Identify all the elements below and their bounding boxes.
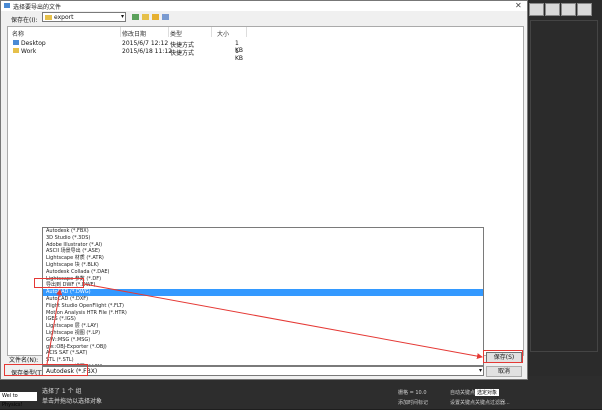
column-divider <box>120 27 121 37</box>
panel-button[interactable] <box>529 3 544 16</box>
panel-button[interactable] <box>545 3 560 16</box>
export-dialog: 选择要导出的文件 ✕ 保存在(I): export ▾ 名称 修改日期 类型 大… <box>0 0 528 380</box>
panel-button[interactable] <box>577 3 592 16</box>
up-folder-icon[interactable] <box>142 14 149 20</box>
highlight-filetype-field <box>4 364 88 376</box>
filetype-option[interactable]: 3D Studio (*.3DS) <box>43 235 483 242</box>
command-panel <box>525 0 602 409</box>
filetype-option[interactable]: 导出到 DWF (*.DWF) <box>43 282 483 289</box>
save-in-label: 保存在(I): <box>11 17 38 24</box>
column-date[interactable]: 修改日期 <box>122 29 146 38</box>
file-type: 快捷方式 <box>170 50 195 57</box>
filetype-option[interactable]: ACIS SAT (*.SAT) <box>43 350 483 357</box>
filetype-option[interactable]: Lightscape 视图 (*.VW) <box>43 364 483 365</box>
time-tag-label[interactable]: 添加时间标记 <box>398 399 428 406</box>
filetype-option[interactable]: Autodesk Collada (*.DAE) <box>43 269 483 276</box>
filetype-option[interactable]: STL (*.STL) <box>43 357 483 364</box>
column-divider <box>168 27 169 37</box>
dialog-title: 选择要导出的文件 <box>13 4 62 11</box>
file-row[interactable]: Desktop 2015/6/7 12:12 快捷方式 1 KB <box>8 40 248 54</box>
app-icon <box>4 3 10 8</box>
filetype-option[interactable]: Lightscape 块 (*.BLK) <box>43 262 483 269</box>
view-menu-icon[interactable] <box>162 14 169 20</box>
file-size: 1 KB <box>235 48 244 62</box>
filetype-option[interactable]: IGES (*.IGS) <box>43 316 483 323</box>
filetype-option[interactable]: AutoCAD (*.DXF) <box>43 296 483 303</box>
selection-status: 选择了 1 个 组 <box>42 388 82 395</box>
highlight-dwg-option <box>34 278 84 288</box>
desktop-icon <box>13 40 19 45</box>
chevron-down-icon: ▾ <box>478 367 482 374</box>
filetype-option[interactable]: GW::MSG (*.MSG) <box>43 337 483 344</box>
file-name: Desktop <box>21 40 46 47</box>
filetype-option[interactable]: Lightscape 材质 (*.ATR) <box>43 255 483 262</box>
panel-area <box>530 20 598 352</box>
filetype-option[interactable]: Flight Studio OpenFlight (*.FLT) <box>43 303 483 310</box>
filetype-option[interactable]: Motion Analysis HTR File (*.HTR) <box>43 310 483 317</box>
filetype-option[interactable]: Adobe Illustrator (*.AI) <box>43 242 483 249</box>
file-row[interactable]: Work 2015/6/18 11:12 快捷方式 1 KB <box>8 48 248 62</box>
folder-icon <box>45 15 52 20</box>
highlight-save-button <box>483 350 523 363</box>
column-divider <box>246 27 247 37</box>
filetype-option[interactable]: ASCII 场景导出 (*.ASE) <box>43 248 483 255</box>
new-folder-icon[interactable] <box>152 14 159 20</box>
folder-shortcut-icon <box>13 48 19 53</box>
title-bar: 选择要导出的文件 ✕ <box>1 1 527 11</box>
filetype-option[interactable]: AutoCAD (*.DWG) <box>43 289 483 296</box>
save-in-select[interactable]: export ▾ <box>42 12 126 22</box>
grid-label: 栅格 = 10.0 <box>398 390 427 396</box>
cancel-button[interactable]: 取消 <box>486 366 522 377</box>
filetype-dropdown-list[interactable]: Autodesk (*.FBX) 3D Studio (*.3DS) Adobe I… <box>42 227 484 366</box>
maxscript-listener[interactable]: Wel to Physics! <box>0 392 37 408</box>
panel-button[interactable] <box>561 3 576 16</box>
file-name: Work <box>21 48 37 55</box>
auto-key-label[interactable]: 自动关键点 <box>450 389 475 396</box>
current-folder: export <box>54 14 74 21</box>
key-filter-button[interactable]: 关键点过滤器... <box>475 399 510 406</box>
close-icon[interactable]: ✕ <box>515 1 522 10</box>
filetype-select[interactable]: Autodesk (*.FBX) ▾ <box>42 366 484 376</box>
filename-label: 文件名(N): <box>9 357 39 364</box>
back-icon[interactable] <box>132 14 139 20</box>
column-size[interactable]: 大小 <box>217 29 229 38</box>
filetype-option[interactable]: Lightscape 视图 (*.LP) <box>43 330 483 337</box>
filetype-option[interactable]: Lightscape 层 (*.LAY) <box>43 323 483 330</box>
filetype-option[interactable]: Autodesk (*.FBX) <box>43 228 483 235</box>
column-type[interactable]: 类型 <box>170 29 182 38</box>
file-date: 2015/6/18 11:12 <box>122 48 172 55</box>
filetype-option[interactable]: Lightscape 参数 (*.DF) <box>43 276 483 283</box>
chevron-down-icon: ▾ <box>120 13 124 20</box>
set-key-label[interactable]: 设置关键点 <box>450 399 475 406</box>
selected-object-select[interactable]: 选定对象 <box>475 389 500 396</box>
column-divider <box>211 27 212 37</box>
filetype-option[interactable]: gw::OBJ-Exporter (*.OBJ) <box>43 344 483 351</box>
column-name[interactable]: 名称 <box>12 29 24 38</box>
file-date: 2015/6/7 12:12 <box>122 40 169 47</box>
hint-text: 单击并拖动以选择对象 <box>42 398 103 405</box>
